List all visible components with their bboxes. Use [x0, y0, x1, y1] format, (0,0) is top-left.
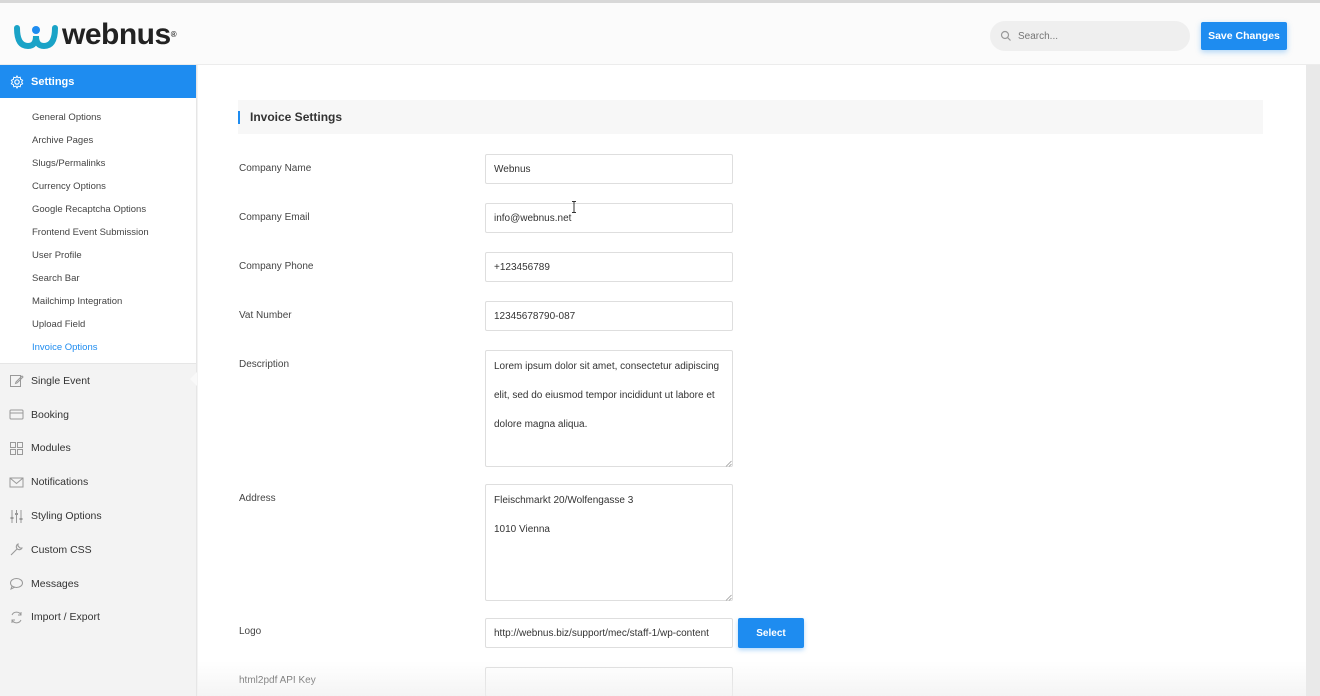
resize-handle-icon[interactable] [725, 460, 732, 467]
company-name-field[interactable] [485, 154, 733, 184]
section-accent-bar [238, 110, 240, 124]
sliders-icon [10, 509, 23, 523]
sidebar-item-label: Modules [31, 442, 71, 455]
address-textarea[interactable]: Fleischmarkt 20/Wolfengasse 3 1010 Vienn… [485, 484, 733, 601]
sidebar-item-styling-options[interactable]: Styling Options [0, 499, 196, 533]
description-textarea[interactable]: Lorem ipsum dolor sit amet, consectetur … [485, 350, 733, 467]
bottom-fade [198, 661, 1306, 696]
address-label: Address [239, 493, 276, 504]
logo-select-button[interactable]: Select [738, 618, 804, 648]
html2pdf-api-key-field[interactable] [485, 667, 733, 696]
company-phone-field[interactable] [485, 252, 733, 282]
settings-submenu: General Options Archive Pages Slugs/Perm… [0, 98, 197, 386]
sidebar-item-modules[interactable]: Modules [0, 432, 196, 466]
logo-label: Logo [239, 626, 262, 637]
mail-icon [9, 477, 24, 488]
resize-handle-icon[interactable] [725, 594, 732, 601]
vat-number-field[interactable] [485, 301, 733, 331]
submenu-google-recaptcha-options[interactable]: Google Recaptcha Options [0, 198, 196, 221]
submenu-archive-pages[interactable]: Archive Pages [0, 129, 196, 152]
section-title: Invoice Settings [250, 110, 343, 124]
chat-icon [10, 578, 23, 591]
submenu-mailchimp-integration[interactable]: Mailchimp Integration [0, 290, 196, 313]
company-email-label: Company Email [239, 212, 310, 223]
sync-icon [11, 611, 22, 624]
save-changes-button[interactable]: Save Changes [1201, 22, 1287, 50]
sidebar-item-label: Single Event [31, 374, 90, 387]
sidebar-item-booking[interactable]: Booking [0, 398, 196, 432]
edit-icon [10, 375, 24, 388]
vat-number-label: Vat Number [239, 310, 292, 321]
description-label: Description [239, 359, 290, 370]
grid-icon [10, 441, 23, 455]
sidebar-item-single-event[interactable]: Single Event [0, 364, 196, 398]
logo-url-field[interactable] [485, 618, 733, 648]
company-phone-label: Company Phone [239, 261, 314, 272]
submenu-slugs-permalinks[interactable]: Slugs/Permalinks [0, 152, 196, 175]
sidebar-item-settings[interactable]: Settings [0, 65, 196, 98]
sidebar-item-messages[interactable]: Messages [0, 567, 196, 601]
active-indicator-notch [190, 372, 197, 386]
sidebar-item-label: Custom CSS [31, 543, 92, 556]
submenu-upload-field[interactable]: Upload Field [0, 313, 196, 336]
submenu-invoice-options[interactable]: Invoice Options [0, 336, 196, 359]
sidebar-item-notifications[interactable]: Notifications [0, 465, 196, 499]
submenu-general-options[interactable]: General Options [0, 106, 196, 129]
sidebar-item-label: Settings [31, 75, 75, 88]
gear-icon [10, 74, 24, 89]
submenu-search-bar[interactable]: Search Bar [0, 267, 196, 290]
sidebar-item-custom-css[interactable]: Custom CSS [0, 533, 196, 567]
scrollbar-track[interactable] [1306, 65, 1320, 696]
section-header: Invoice Settings [238, 100, 1263, 134]
settings-panel: Invoice Settings Company Name Company Em… [198, 65, 1306, 696]
logo-text: webnus® [62, 18, 177, 51]
logo-mark-icon [14, 25, 58, 50]
search-icon [1000, 30, 1011, 41]
webnus-logo[interactable]: webnus® [14, 18, 177, 52]
company-name-label: Company Name [239, 163, 312, 174]
text-cursor-icon [572, 201, 576, 213]
card-icon [9, 409, 24, 420]
search-input[interactable] [1018, 30, 1178, 42]
search-box[interactable] [990, 21, 1190, 51]
sidebar: Settings General Options Archive Pages S… [0, 65, 197, 696]
submenu-frontend-event-submission[interactable]: Frontend Event Submission [0, 221, 196, 244]
sidebar-item-label: Styling Options [31, 510, 102, 523]
company-email-field[interactable] [485, 203, 733, 233]
sidebar-item-label: Notifications [31, 476, 89, 489]
submenu-user-profile[interactable]: User Profile [0, 244, 196, 267]
html2pdf-api-key-label: html2pdf API Key [239, 675, 316, 686]
top-header: webnus® Save Changes [0, 0, 1320, 65]
wrench-icon [10, 543, 23, 556]
sidebar-item-label: Booking [31, 408, 69, 421]
sidebar-item-label: Import / Export [31, 611, 100, 624]
submenu-currency-options[interactable]: Currency Options [0, 175, 196, 198]
sidebar-item-label: Messages [31, 577, 79, 590]
sidebar-item-import-export[interactable]: Import / Export [0, 601, 196, 635]
